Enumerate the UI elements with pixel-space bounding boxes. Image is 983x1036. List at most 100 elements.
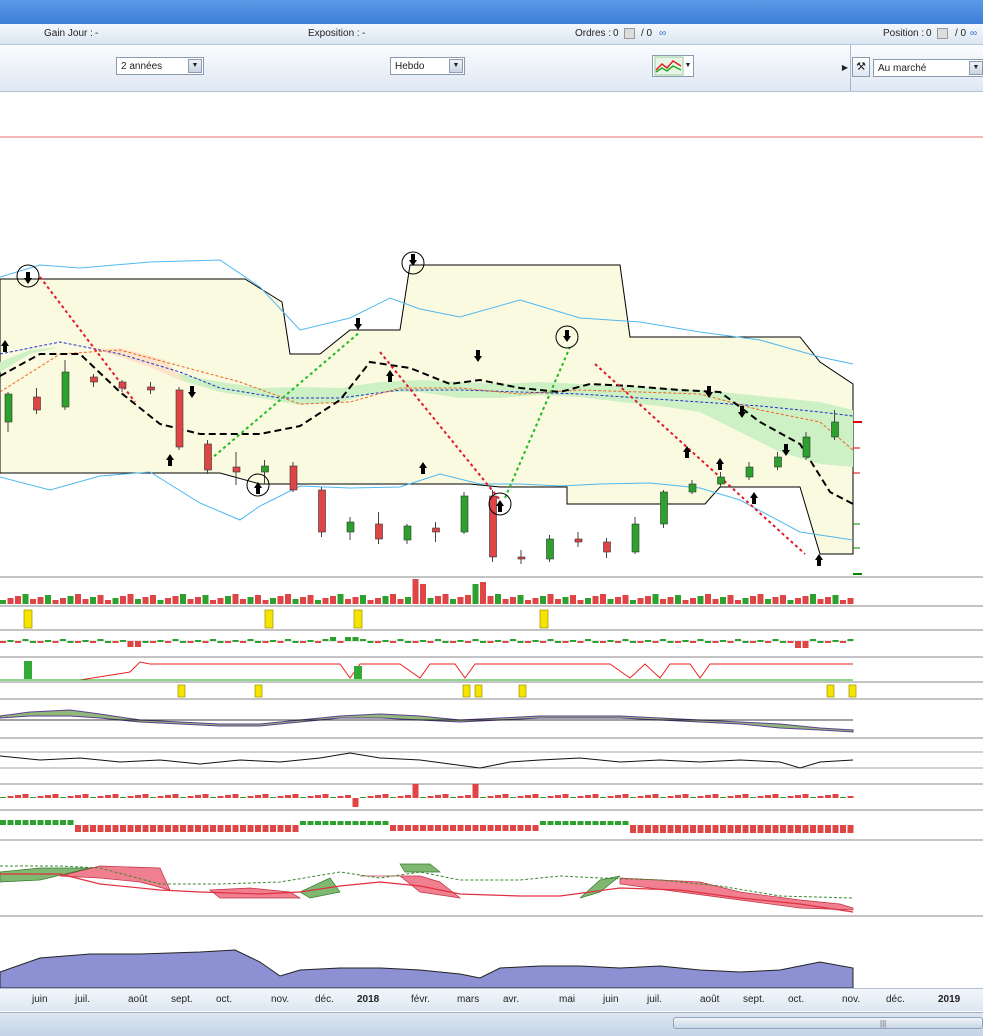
oscillator-bar — [292, 794, 299, 798]
oscillator-bar — [547, 821, 554, 825]
volume-bar — [30, 599, 36, 604]
oscillator-bar — [15, 641, 21, 643]
oscillator-bar — [727, 796, 734, 798]
oscillator-bar — [352, 821, 359, 825]
oscillator-bar — [52, 820, 59, 825]
position-link-icon[interactable]: ∞ — [970, 28, 977, 39]
volume-bar — [375, 598, 381, 604]
oscillator-bar — [360, 821, 366, 825]
oscillator-bar — [397, 639, 404, 641]
yellow-markers-panel-2 — [177, 684, 857, 698]
position-value: 0 — [926, 28, 932, 39]
oscillator-bar — [457, 796, 464, 798]
oscillator-bar — [735, 639, 741, 641]
volume-bar — [780, 595, 786, 604]
oscillator-bar — [735, 825, 741, 833]
volume-bar — [22, 594, 29, 604]
oscillator-bar — [592, 821, 599, 825]
candle-body — [90, 376, 98, 383]
chevron-down-icon[interactable]: ▼ — [969, 61, 983, 75]
oscillator-bar — [652, 794, 659, 798]
position-cancel-icon[interactable] — [937, 28, 948, 39]
volume-bar — [630, 600, 636, 604]
panel-toggle-icon[interactable]: ▶ — [840, 57, 850, 79]
chart-style-select[interactable]: ▼ — [652, 55, 694, 77]
oscillator-bar — [817, 825, 824, 833]
horizontal-scrollbar-thumb[interactable] — [673, 1017, 983, 1029]
volume-bar — [127, 594, 134, 604]
candle-body — [175, 389, 184, 448]
candle — [517, 550, 526, 564]
oscillator-bar — [555, 795, 561, 798]
volume-bar — [585, 598, 591, 604]
wrench-icon[interactable]: ⚒ — [852, 57, 870, 77]
oscillator-bar — [480, 825, 486, 831]
oscillator-bar — [487, 796, 494, 798]
interval-select[interactable]: Hebdo ▼ — [390, 57, 465, 75]
ordres-total: / 0 — [641, 28, 653, 39]
x-tick-label: nov. — [271, 994, 290, 1005]
volume-bar — [60, 598, 66, 604]
oscillator-bar — [60, 820, 66, 825]
x-tick-label: oct. — [788, 994, 805, 1005]
chevron-down-icon[interactable]: ▼ — [188, 59, 202, 73]
oscillator-bar — [652, 825, 659, 833]
oscillator-bar — [570, 821, 576, 825]
chevron-down-icon[interactable]: ▼ — [683, 56, 693, 76]
price-chart[interactable] — [0, 92, 983, 989]
volume-bar — [727, 595, 734, 604]
oscillator-bar — [840, 641, 846, 643]
oscillator-bar — [270, 797, 276, 798]
oscillator-bar — [802, 641, 809, 648]
volume-bar — [675, 595, 681, 604]
candle — [318, 487, 326, 537]
candle — [631, 517, 640, 554]
volume-bar — [690, 598, 696, 604]
oscillator-bar — [15, 820, 21, 825]
oscillator-bar — [847, 796, 854, 798]
period-select[interactable]: 2 années ▼ — [116, 57, 204, 75]
oscillator-bar — [682, 794, 689, 798]
oscillator-bar — [127, 825, 134, 832]
oscillator-bar — [37, 796, 44, 798]
volume-bar — [240, 599, 246, 604]
volume-bar — [345, 599, 351, 604]
oscillator-bar — [645, 640, 651, 642]
oscillator-bar — [457, 640, 464, 642]
oscillator-bar — [165, 641, 171, 643]
volume-bar — [442, 594, 449, 604]
volume-bar — [382, 596, 389, 604]
oscillator-bar — [435, 639, 441, 641]
volume-bar — [757, 594, 764, 604]
oscillator-bar — [795, 641, 801, 648]
oscillator-bar — [7, 640, 14, 642]
oscillator-bar — [502, 641, 509, 643]
candle-body — [717, 476, 725, 485]
x-tick-label: avr. — [503, 994, 520, 1005]
volume-bar — [495, 594, 501, 604]
volume-bar — [405, 597, 411, 604]
oscillator-bar — [757, 640, 764, 642]
ordres-cancel-icon[interactable] — [624, 28, 635, 39]
oscillator-bar — [502, 825, 509, 831]
order-type-select[interactable]: Au marché ▼ — [873, 59, 983, 77]
oscillator-bar — [210, 825, 216, 832]
candle — [204, 440, 212, 474]
oscillator-panel-1 — [0, 637, 854, 648]
oscillator-bar — [577, 641, 584, 643]
chevron-down-icon[interactable]: ▼ — [449, 59, 463, 73]
oscillator-bar — [780, 797, 786, 798]
volume-bar — [337, 594, 344, 604]
oscillator-bar — [135, 641, 141, 647]
oscillator-bar — [420, 825, 426, 831]
oscillator-bar — [7, 796, 14, 798]
oscillator-bar — [75, 795, 81, 798]
candle — [375, 512, 383, 544]
volume-bar — [562, 597, 569, 604]
order-type-select-value: Au marché — [878, 63, 927, 74]
ordres-link-icon[interactable]: ∞ — [659, 28, 666, 39]
volume-bar — [45, 595, 51, 604]
scrollbar-grip-icon[interactable]: ||| — [880, 1019, 886, 1028]
oscillator-bar — [810, 797, 816, 798]
oscillator-bar — [675, 795, 681, 798]
